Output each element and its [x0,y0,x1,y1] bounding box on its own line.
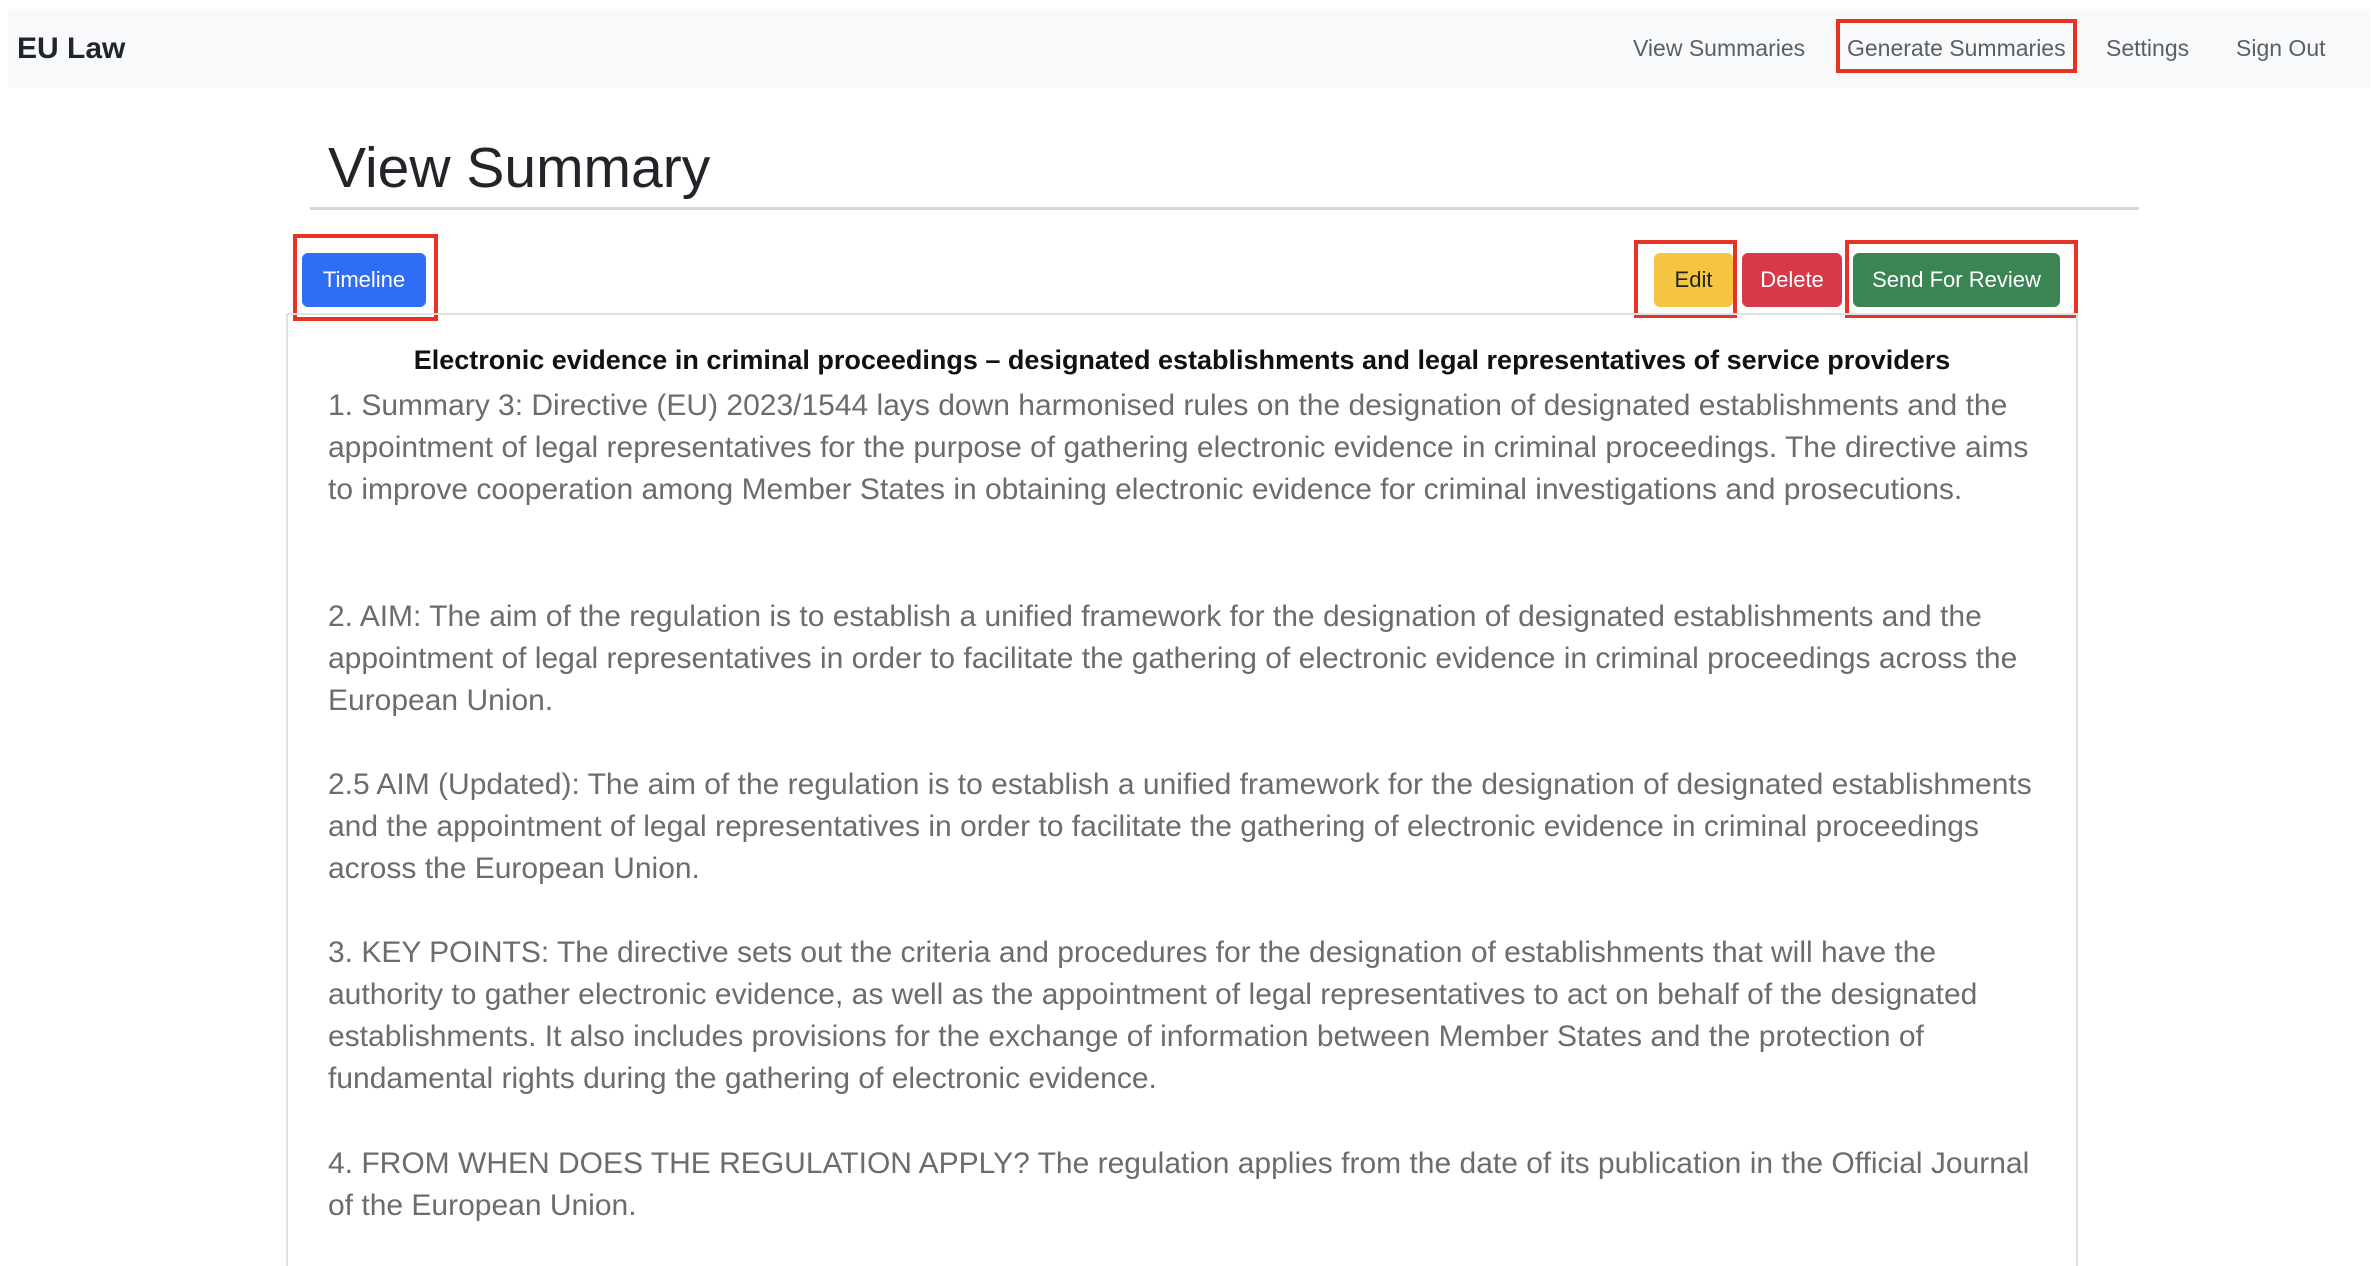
nav-sign-out[interactable]: Sign Out [2236,9,2326,88]
summary-paragraph: 3. KEY POINTS: The directive sets out th… [328,936,1978,1095]
timeline-button[interactable]: Timeline [302,253,426,307]
summary-paragraph: 2.5 AIM (Updated): The aim of the regula… [328,768,2032,885]
send-for-review-button[interactable]: Send For Review [1853,253,2060,307]
edit-button[interactable]: Edit [1654,253,1733,307]
nav-view-summaries[interactable]: View Summaries [1633,9,1805,88]
top-navbar: EU Law View Summaries Generate Summaries… [8,9,2371,88]
summary-paragraph: 1. Summary 3: Directive (EU) 2023/1544 l… [328,389,2029,506]
nav-generate-summaries[interactable]: Generate Summaries [1847,9,2066,88]
delete-button[interactable]: Delete [1742,253,1842,307]
page-title: View Summary [328,136,711,200]
summary-title: Electronic evidence in criminal proceedi… [413,345,1951,375]
brand-link[interactable]: EU Law [17,9,125,88]
summary-paragraph: 2. AIM: The aim of the regulation is to … [328,600,2018,717]
summary-card: Electronic evidence in criminal proceedi… [286,313,2078,1266]
nav-settings[interactable]: Settings [2106,9,2189,88]
title-divider [310,207,2139,210]
summary-paragraph: 4. FROM WHEN DOES THE REGULATION APPLY? … [328,1147,2030,1222]
